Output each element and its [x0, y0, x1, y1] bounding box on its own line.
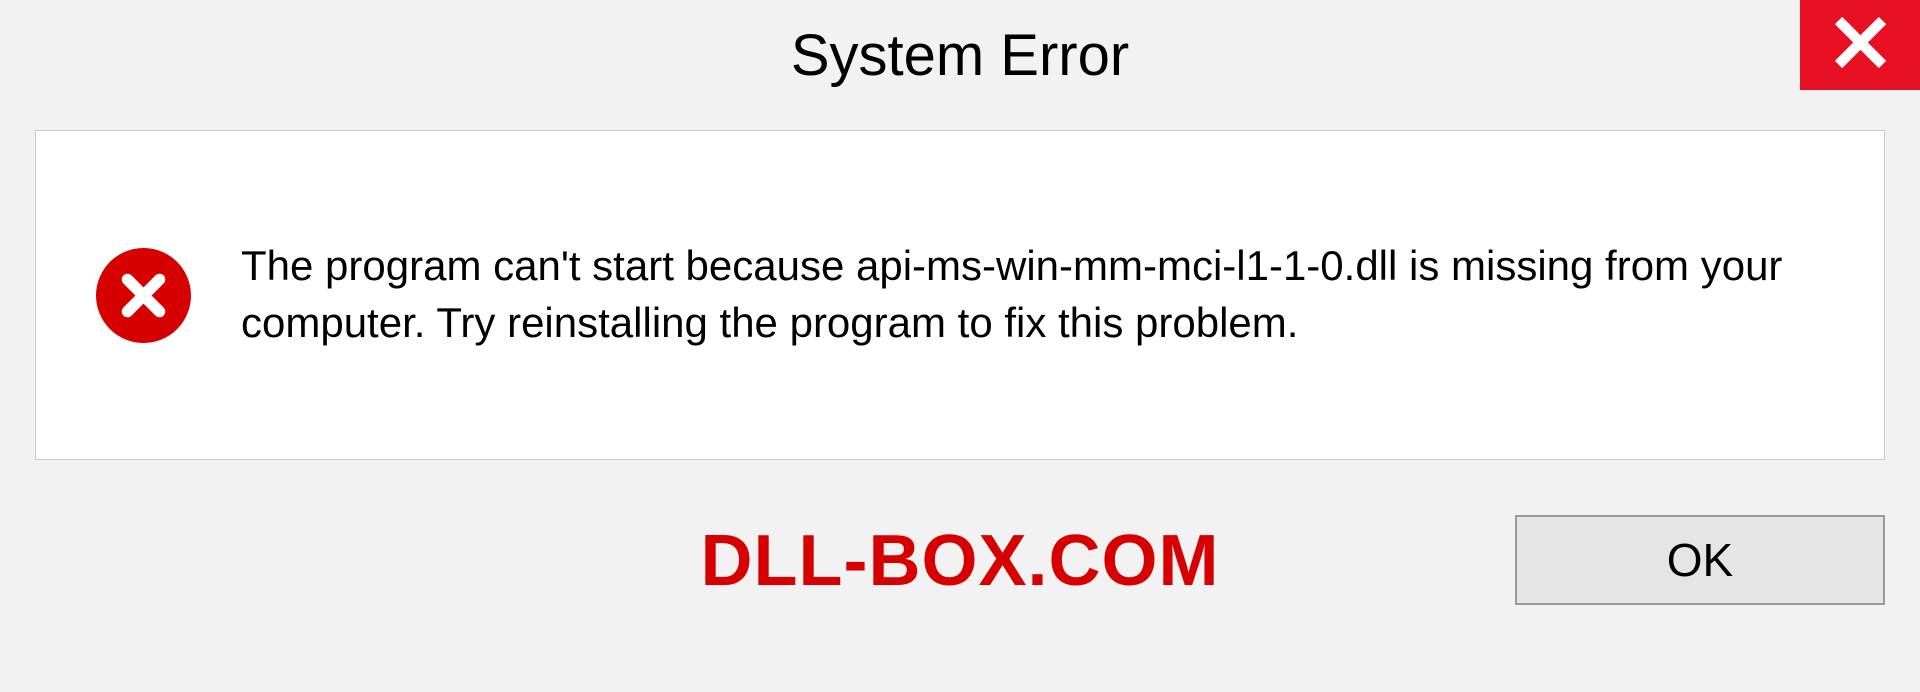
window-title: System Error	[791, 22, 1129, 89]
error-message: The program can't start because api-ms-w…	[241, 238, 1824, 351]
content-panel: The program can't start because api-ms-w…	[35, 130, 1885, 460]
close-button[interactable]	[1800, 0, 1920, 90]
close-icon	[1833, 15, 1888, 75]
titlebar: System Error	[0, 0, 1920, 110]
footer: DLL-BOX.COM OK	[35, 460, 1885, 660]
watermark-text: DLL-BOX.COM	[701, 520, 1220, 602]
ok-button[interactable]: OK	[1515, 515, 1885, 605]
error-icon	[96, 248, 191, 343]
